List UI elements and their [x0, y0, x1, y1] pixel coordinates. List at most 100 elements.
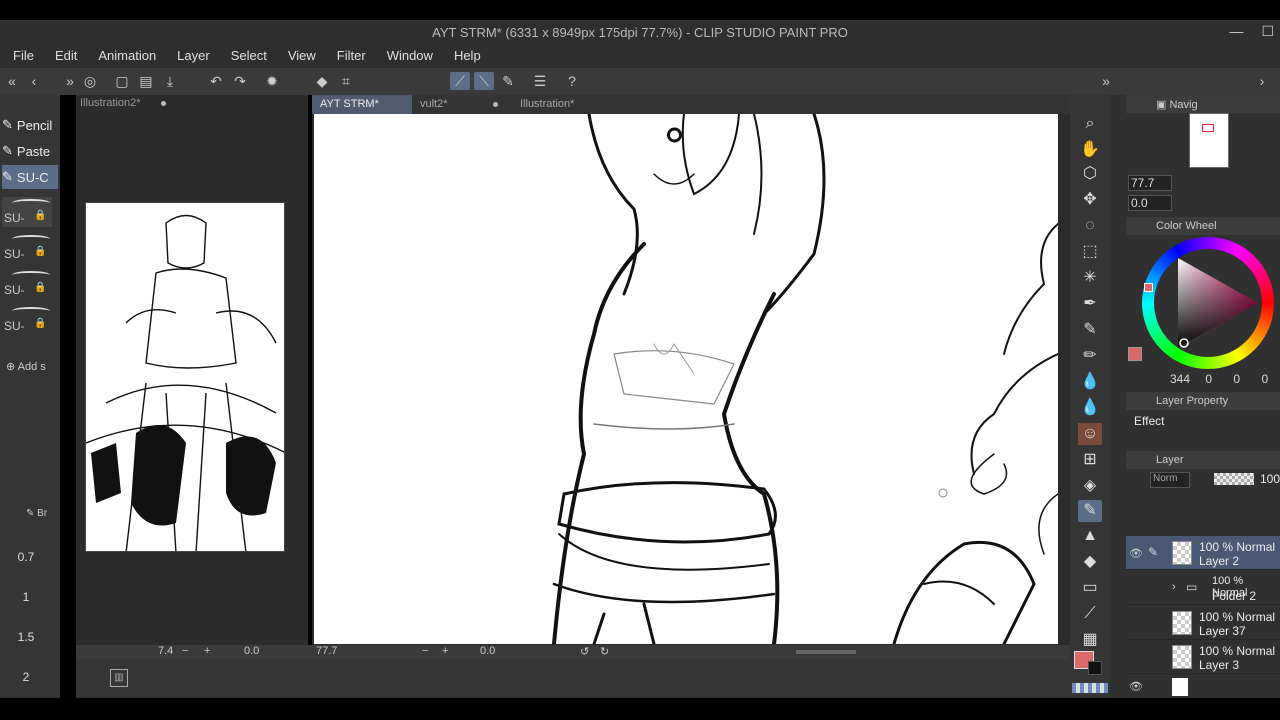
drawing-canvas[interactable] [314, 114, 1058, 644]
frame-tool-icon[interactable]: ▦ [1078, 629, 1102, 651]
custom-brush-icon[interactable]: ☺ [1078, 423, 1102, 445]
saturation-triangle[interactable] [1170, 253, 1260, 353]
close-icon[interactable] [492, 101, 498, 107]
menu-filter[interactable]: Filter [337, 45, 375, 68]
nav-zoom-value[interactable]: 7.4 [158, 645, 173, 657]
clip-studio-icon[interactable]: ◎ [80, 72, 100, 90]
layer-property-header[interactable]: Layer Property [1126, 392, 1280, 410]
subtool-su-c[interactable]: ✎ SU-C [2, 165, 58, 189]
line-tool-icon[interactable]: ⟋ [1078, 603, 1102, 625]
eye-icon[interactable]: 👁 [1129, 547, 1143, 560]
zoom-in-icon[interactable]: + [204, 645, 210, 657]
hue-marker[interactable] [1144, 283, 1153, 292]
saturation-value[interactable]: 0 [1205, 372, 1212, 386]
arrow-right-icon[interactable]: » [60, 72, 80, 90]
pencil-tool-icon[interactable]: ✏ [1078, 345, 1102, 367]
brush-preset-2[interactable]: SU- 🔒 [2, 233, 52, 263]
undo-icon[interactable]: ↶ [206, 72, 226, 90]
layer-row[interactable]: 100 % Normal Layer 37 [1126, 606, 1280, 640]
layer-panel-header[interactable]: Layer [1126, 451, 1280, 469]
brush-size-option[interactable]: 0.7 [0, 550, 52, 564]
paper-layer-row[interactable]: 👁 [1126, 675, 1280, 698]
eyedropper-icon[interactable]: ✒ [1078, 293, 1102, 315]
maximize-button[interactable]: ☐ [1261, 23, 1274, 40]
lasso-tool-icon[interactable]: ◌ [1078, 215, 1102, 237]
layer-row[interactable]: 100 % Normal Layer 3 [1126, 640, 1280, 674]
brush-preset-1[interactable]: SU- 🔒 [2, 197, 52, 227]
transform-icon[interactable]: ⌗ [336, 72, 356, 90]
color-swatch-main[interactable] [1128, 347, 1142, 361]
blend-tool-icon[interactable]: ✎ [1078, 500, 1102, 522]
nav-rotation-value[interactable]: 0.0 [244, 645, 259, 657]
transparent-color-icon[interactable] [1072, 683, 1108, 693]
layout-toggle-icon[interactable]: ▥ [110, 669, 128, 687]
layer-row[interactable]: 👁 ✎ 100 % Normal Layer 2 [1126, 536, 1280, 570]
eraser-tool-icon[interactable]: ◈ [1078, 475, 1102, 497]
brush-preset-4[interactable]: SU- 🔒 [2, 305, 52, 335]
object-tool-icon[interactable]: ⬡ [1078, 163, 1102, 185]
sub-view-thumbnail[interactable] [85, 202, 285, 552]
magic-wand-icon[interactable]: ✳ [1078, 267, 1102, 289]
menu-edit[interactable]: Edit [55, 45, 86, 68]
arrow-left-icon[interactable]: ‹ [24, 72, 44, 90]
open-file-icon[interactable]: ▤ [136, 72, 156, 90]
blend-mode-select[interactable]: Norm [1150, 472, 1190, 488]
rotate-right-icon[interactable]: ↻ [600, 645, 609, 658]
menu-view[interactable]: View [288, 45, 325, 68]
help-icon[interactable]: ? [562, 72, 582, 90]
collapse-left-icon[interactable]: « [2, 72, 22, 90]
new-file-icon[interactable]: ▢ [112, 72, 132, 90]
arrow-right-small-icon[interactable]: › [1252, 72, 1272, 90]
grid-tool-icon[interactable]: ⊞ [1078, 449, 1102, 471]
navigator-header[interactable]: ▣ Navig [1126, 95, 1280, 113]
horizontal-scrollbar[interactable] [796, 650, 856, 654]
gradient-tool-icon[interactable]: ◆ [1078, 551, 1102, 573]
fill-icon[interactable]: ◆ [312, 72, 332, 90]
zoom-tool-icon[interactable]: ⌕ [1078, 113, 1102, 135]
hue-value[interactable]: 344 [1170, 372, 1190, 386]
brush-tool-icon[interactable]: 💧 [1078, 371, 1102, 393]
brush-preset-3[interactable]: SU- 🔒 [2, 269, 52, 299]
hand-tool-icon[interactable]: ✋ [1078, 139, 1102, 161]
redo-icon[interactable]: ↷ [230, 72, 250, 90]
subtool-pastel[interactable]: ✎ Paste [2, 139, 58, 163]
menu-layer[interactable]: Layer [177, 45, 219, 68]
airbrush-tool-icon[interactable]: 💧 [1078, 397, 1102, 419]
tab-illustration2[interactable]: Illustration2* [80, 97, 166, 113]
minimize-button[interactable]: — [1229, 23, 1243, 40]
canvas-zoom-in-icon[interactable]: + [442, 645, 448, 657]
color-wheel-header[interactable]: Color Wheel [1126, 217, 1280, 235]
nav-rotation-field[interactable]: 0.0 [1128, 195, 1172, 211]
view-rect[interactable] [1202, 124, 1214, 132]
figure-tool-icon[interactable]: ▭ [1078, 577, 1102, 599]
brush-size-option[interactable]: 1.5 [0, 630, 52, 644]
tab-illustration[interactable]: Illustration* [512, 95, 612, 119]
snap-special-ruler-icon[interactable]: ⟍ [474, 72, 494, 90]
value-value[interactable]: 0 [1233, 372, 1240, 386]
navigator-preview[interactable] [1189, 113, 1229, 168]
zoom-out-icon[interactable]: − [182, 645, 188, 657]
subtool-pencil[interactable]: ✎ Pencil [2, 113, 58, 137]
move-tool-icon[interactable]: ✥ [1078, 189, 1102, 211]
sub-color-swatch[interactable] [1088, 661, 1102, 675]
opacity-slider[interactable] [1214, 473, 1254, 485]
menu-select[interactable]: Select [231, 45, 276, 68]
nav-zoom-field[interactable]: 77.7 [1128, 175, 1172, 191]
folder-expand-icon[interactable]: › [1172, 581, 1176, 593]
snap-grid-icon[interactable]: ✎ [498, 72, 518, 90]
extra-value[interactable]: 0 [1261, 372, 1268, 386]
layer-row[interactable]: › ▭ 100 % Normal Folder 2 [1126, 571, 1280, 605]
selection-tool-icon[interactable]: ⬚ [1078, 241, 1102, 263]
add-subtool-button[interactable]: ⊕ Add s [6, 360, 46, 373]
close-icon[interactable] [160, 100, 166, 106]
opacity-value[interactable]: 100 [1260, 472, 1280, 486]
settings-icon[interactable]: ☰ [530, 72, 550, 90]
canvas-zoom-out-icon[interactable]: − [422, 645, 428, 657]
canvas-rotation-value[interactable]: 0.0 [480, 645, 495, 657]
menu-animation[interactable]: Animation [98, 45, 165, 68]
menu-window[interactable]: Window [387, 45, 442, 68]
rotate-left-icon[interactable]: ↺ [580, 645, 589, 658]
fill-tool-icon[interactable]: ▲ [1078, 525, 1102, 547]
tab-ayt-strm[interactable]: AYT STRM* [312, 95, 412, 119]
pen-tool-icon[interactable]: ✎ [1078, 319, 1102, 341]
